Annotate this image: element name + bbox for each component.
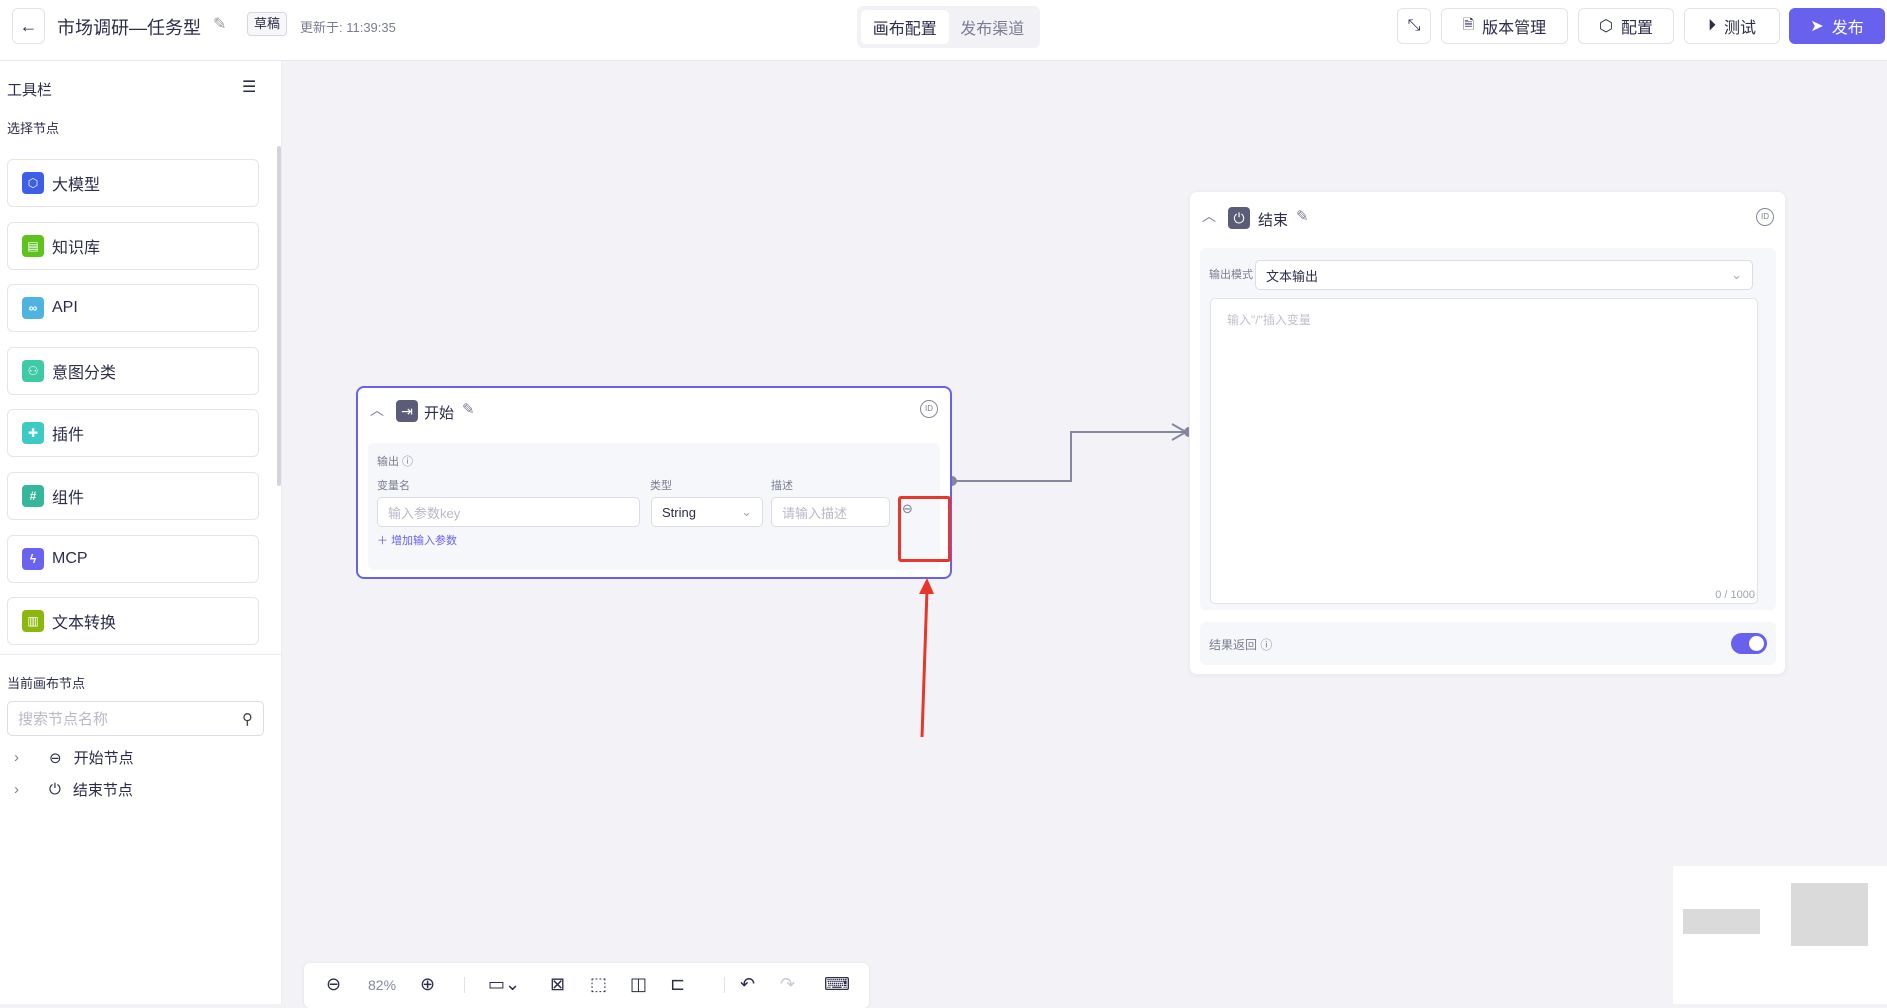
keyboard-icon[interactable]: ⌨: [824, 974, 850, 995]
fit-view-icon[interactable]: ⊠: [550, 974, 565, 995]
chevron-down-icon: ⌄: [741, 504, 752, 519]
minimap-end-node: [1791, 883, 1868, 946]
edit-icon[interactable]: ✎: [462, 400, 475, 418]
connection-edge[interactable]: [952, 431, 1186, 482]
col-desc-header: 描述: [771, 480, 793, 492]
end-node-card[interactable]: ︿ ⏻ 结束 ✎ ID 输出模式 文本输出 ⌄ 输入"/"插入变量 0 / 100…: [1189, 191, 1786, 675]
collapse-chevron-icon[interactable]: ︿: [370, 400, 384, 420]
minimap-start-node: [1683, 909, 1760, 934]
divider: [464, 977, 465, 993]
zoom-in-icon[interactable]: ⊕: [420, 974, 435, 995]
output-text-area[interactable]: 输入"/"插入变量 0 / 1000: [1210, 298, 1758, 604]
highlight-arrow: [919, 578, 934, 738]
output-label: 输出 ⓘ: [377, 456, 414, 468]
id-icon[interactable]: ID: [920, 400, 938, 418]
zoom-out-icon[interactable]: ⊖: [326, 974, 341, 995]
edit-icon[interactable]: ✎: [1296, 207, 1309, 225]
highlight-box: [898, 496, 951, 562]
output-config-panel: 输出模式 文本输出 ⌄ 输入"/"插入变量 0 / 1000: [1200, 248, 1776, 610]
canvas-toolbar: ⊖ 82% ⊕ ▭⌄ ⊠ ⬚ ◫ ⊏ ↶ ↷ ⌨: [304, 963, 869, 1008]
redo-icon[interactable]: ↷: [780, 974, 795, 995]
param-type-select[interactable]: String ⌄: [651, 497, 763, 527]
output-panel: 输出 ⓘ 变量名 类型 描述 输入参数key String ⌄ 请输入描述 ⊖ ＋…: [368, 443, 940, 570]
align-icon[interactable]: ⊏: [670, 974, 685, 995]
undo-icon[interactable]: ↶: [740, 974, 755, 995]
power-icon: ⏻: [1228, 207, 1250, 229]
auto-layout-icon[interactable]: ◫: [630, 974, 647, 995]
select-area-icon[interactable]: ⬚: [590, 974, 607, 995]
param-desc-input[interactable]: 请输入描述: [771, 497, 890, 527]
return-label: 结果返回 ⓘ: [1209, 638, 1273, 652]
result-return-row: 结果返回 ⓘ: [1200, 622, 1776, 665]
start-icon: ⇥: [396, 400, 418, 422]
output-mode-select[interactable]: 文本输出 ⌄: [1255, 260, 1753, 290]
result-return-toggle[interactable]: [1731, 633, 1767, 654]
minimap[interactable]: [1673, 866, 1887, 1004]
divider: [724, 977, 725, 993]
chevron-down-icon: ⌄: [1731, 267, 1742, 282]
add-param-button[interactable]: ＋ 增加输入参数: [377, 532, 457, 548]
canvas-mode-icon[interactable]: ▭⌄: [488, 974, 520, 995]
char-counter: 0 / 1000: [1715, 589, 1755, 601]
param-key-input[interactable]: 输入参数key: [377, 497, 640, 527]
type-value: String: [662, 504, 696, 520]
mode-value: 文本输出: [1266, 268, 1319, 284]
text-placeholder: 输入"/"插入变量: [1227, 313, 1311, 327]
col-type-header: 类型: [650, 480, 672, 492]
start-node-card[interactable]: ︿ ⇥ 开始 ✎ ID 输出 ⓘ 变量名 类型 描述 输入参数key Strin…: [356, 386, 952, 579]
node-title: 结束: [1258, 212, 1289, 229]
collapse-chevron-icon[interactable]: ︿: [1202, 206, 1216, 226]
node-title: 开始: [424, 405, 455, 422]
id-icon[interactable]: ID: [1756, 208, 1774, 226]
zoom-level: 82%: [368, 977, 397, 993]
col-name-header: 变量名: [377, 480, 410, 492]
mode-label: 输出模式: [1209, 269, 1253, 281]
